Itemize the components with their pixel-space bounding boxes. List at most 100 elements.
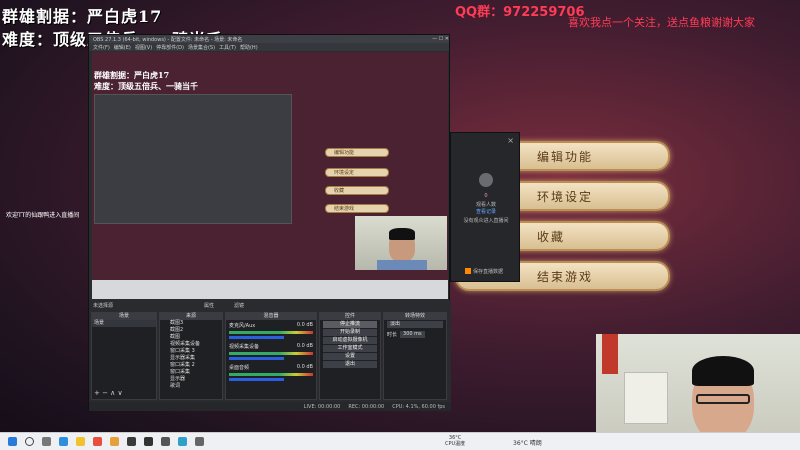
preview-menu-item: 编辑功能 — [325, 148, 389, 157]
volume-slider[interactable] — [229, 357, 284, 360]
obs-title: OBS 27.1.3 (64-bit, windows) - 配置文件: 未命名… — [93, 36, 243, 43]
obs-menubar: 文件(F) 编辑(E) 视图(V) 停靠部件(D) 场景集合(S) 工具(T) … — [89, 43, 449, 51]
weather-widget: 36°C 晴朗 — [513, 440, 542, 447]
nested-preview — [94, 94, 292, 224]
viewer-label: 观看人数 — [475, 202, 496, 208]
channel-name: 桌面音频 — [229, 365, 250, 371]
preview-menu-item: 环境设定 — [325, 168, 389, 177]
stop-streaming-button[interactable]: 停止推流 — [323, 321, 377, 328]
menu-file[interactable]: 文件(F) — [93, 44, 110, 51]
windows-start-icon[interactable] — [8, 437, 17, 446]
edge-icon[interactable] — [59, 437, 68, 446]
cpu-stats: CPU: 4.1%, 60.00 fps — [392, 403, 445, 410]
view-history-link[interactable]: 查看记录 — [451, 208, 521, 215]
channel-name: 视频采集设备 — [229, 344, 260, 350]
channel-db: 0.0 dB — [296, 364, 313, 370]
virtual-camera-button[interactable]: 启动虚拟摄像机 — [323, 337, 377, 344]
obs-icon[interactable] — [127, 437, 136, 446]
sources-header: 来源 — [160, 313, 222, 320]
properties-button[interactable]: 属性 — [204, 302, 214, 309]
menu-tools[interactable]: 工具(T) — [219, 44, 236, 51]
mixer-dock: 混音器 麦克风/Aux 0.0 dB 视频采集设备 0.0 dB 桌面音频 0.0 d… — [225, 312, 317, 400]
search-icon[interactable] — [25, 437, 34, 446]
scenes-dock: 场景 场景 + − ∧ ∨ — [91, 312, 157, 400]
source-item[interactable]: 显示器 — [160, 376, 222, 383]
rec-timer: REC: 00:00:00 — [348, 403, 385, 410]
stream-title: 群雄割据：严白虎17 — [2, 7, 163, 26]
controls-dock: 控件 停止推流 开始录制 启动虚拟摄像机 工作室模式 设置 退出 — [319, 312, 381, 400]
app-icon[interactable] — [161, 437, 170, 446]
app-icon[interactable] — [178, 437, 187, 446]
folder-icon[interactable] — [76, 437, 85, 446]
scrolling-message: 喜欢我点一个关注，送点鱼粮谢谢大家 — [568, 16, 755, 29]
studio-mode-button[interactable]: 工作室模式 — [323, 345, 377, 352]
settings-button[interactable]: 设置 — [323, 353, 377, 360]
viewer-popup: × 0 观看人数 查看记录 没有观众进入直播间 保存直播数据 — [450, 132, 520, 282]
source-item[interactable]: 显示器采集 — [160, 355, 222, 362]
chrome-icon[interactable] — [110, 437, 119, 446]
scenes-header: 场景 — [92, 313, 156, 320]
sources-dock: 来源 截图3 截图2 截图 视频采集设备 窗口采集 3 显示器采集 窗口采集 2… — [159, 312, 223, 400]
scene-item[interactable]: 场景 — [92, 320, 156, 327]
source-item[interactable]: 窗口采集 3 — [160, 348, 222, 355]
source-item[interactable]: 视频采集设备 — [160, 341, 222, 348]
source-item[interactable]: 截图3 — [160, 320, 222, 327]
obs-statusbar: LIVE: 00:00:00 REC: 00:00:00 CPU: 4.1%, … — [89, 402, 451, 411]
mixer-channel: 桌面音频 0.0 dB — [226, 362, 316, 383]
source-item[interactable]: 截图 — [160, 334, 222, 341]
close-icon[interactable]: × — [507, 136, 514, 145]
filters-button[interactable]: 滤镜 — [234, 302, 244, 309]
no-source-label: 未选择源 — [93, 303, 114, 309]
duration-label: 时长 — [387, 332, 398, 338]
decoration — [602, 334, 618, 374]
glasses — [696, 394, 750, 404]
menu-scene-collection[interactable]: 场景集合(S) — [188, 44, 215, 51]
channel-name: 麦克风/Aux — [229, 323, 256, 329]
volume-slider[interactable] — [229, 378, 284, 381]
taskbar: 36°C CPU温度 36°C 晴朗 — [0, 432, 800, 450]
transition-select[interactable]: 淡出 — [387, 321, 443, 328]
mixer-channel: 麦克风/Aux 0.0 dB — [226, 320, 316, 341]
mixer-channel: 视频采集设备 0.0 dB — [226, 341, 316, 362]
source-item[interactable]: 窗口采集 — [160, 369, 222, 376]
channel-db: 0.0 dB — [296, 343, 313, 349]
channel-db: 0.0 dB — [296, 322, 313, 328]
user-icon — [479, 173, 493, 187]
task-view-icon[interactable] — [42, 437, 51, 446]
menu-edit[interactable]: 编辑(E) — [114, 44, 131, 51]
steam-icon[interactable] — [144, 437, 153, 446]
scene-add-remove-icons[interactable]: + − ∧ ∨ — [94, 389, 123, 397]
checkbox-icon[interactable] — [465, 268, 471, 274]
cpu-temp-label: CPU温度 — [445, 441, 466, 447]
duration-input[interactable]: 300 ms — [400, 331, 425, 338]
live-timer: LIVE: 00:00:00 — [303, 403, 341, 410]
save-data-label: 保存直播数据 — [473, 269, 504, 275]
preview-menu-item: 结束游戏 — [325, 204, 389, 213]
window-controls[interactable]: — ☐ ✕ — [432, 36, 449, 42]
app-icon[interactable] — [93, 437, 102, 446]
preview-title: 群雄割据：严白虎17 — [94, 70, 170, 80]
menu-docks[interactable]: 停靠部件(D) — [156, 44, 184, 51]
source-item[interactable]: 截图2 — [160, 327, 222, 334]
volume-slider[interactable] — [229, 336, 284, 339]
menu-view[interactable]: 视图(V) — [135, 44, 152, 51]
source-item[interactable]: 窗口采集 2 — [160, 362, 222, 369]
nested-taskbar — [92, 280, 448, 299]
wall-panel — [624, 372, 668, 424]
obs-titlebar: OBS 27.1.3 (64-bit, windows) - 配置文件: 未命名… — [89, 35, 449, 43]
start-recording-button[interactable]: 开始录制 — [323, 329, 377, 336]
controls-header: 控件 — [320, 313, 380, 320]
preview-difficulty: 难度：顶级五倍兵、一骑当千 — [94, 81, 198, 91]
mixer-header: 混音器 — [226, 313, 316, 320]
app-icon[interactable] — [195, 437, 204, 446]
exit-button[interactable]: 退出 — [323, 361, 377, 368]
welcome-message: 欢迎TT的仙跟鸭进入直播间 — [6, 212, 80, 219]
source-item[interactable]: 歌词 — [160, 383, 222, 390]
menu-help[interactable]: 帮助(H) — [240, 44, 258, 51]
transitions-header: 转场特效 — [384, 313, 446, 320]
qq-group: QQ群：972259706 — [455, 5, 585, 20]
preview-menu-item: 收藏 — [325, 186, 389, 195]
no-viewer-text: 没有观众进入直播间 — [463, 218, 509, 224]
obs-bottom-panel: 未选择源 属性 滤镜 场景 场景 + − ∧ ∨ 来源 截图3 截图2 截图 视… — [89, 300, 451, 411]
cpu-temp-widget: 36°C CPU温度 — [445, 435, 465, 447]
